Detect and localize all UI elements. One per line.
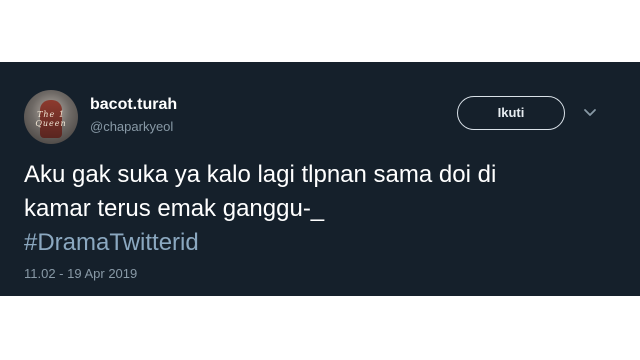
tweet-timestamp[interactable]: 11.02 - 19 Apr 2019 xyxy=(24,266,137,281)
follow-button[interactable]: Ikuti xyxy=(457,96,565,130)
chevron-down-icon[interactable] xyxy=(583,106,597,120)
tweet-card: The 1 Queen bacot.turah @chaparkyeol Iku… xyxy=(0,62,640,296)
user-handle[interactable]: @chaparkyeol xyxy=(90,119,173,134)
tweet-text: Aku gak suka ya kalo lagi tlpnan sama do… xyxy=(24,158,584,260)
tweet-text-line-2: kamar terus emak ganggu-_ xyxy=(24,195,325,222)
tweet-text-line-1: Aku gak suka ya kalo lagi tlpnan sama do… xyxy=(24,161,497,188)
user-display-name[interactable]: bacot.turah xyxy=(90,96,177,114)
hashtag-link[interactable]: #DramaTwitterid xyxy=(24,226,584,260)
avatar-logo-text: The 1 Queen xyxy=(35,110,67,128)
avatar[interactable]: The 1 Queen xyxy=(24,90,78,144)
